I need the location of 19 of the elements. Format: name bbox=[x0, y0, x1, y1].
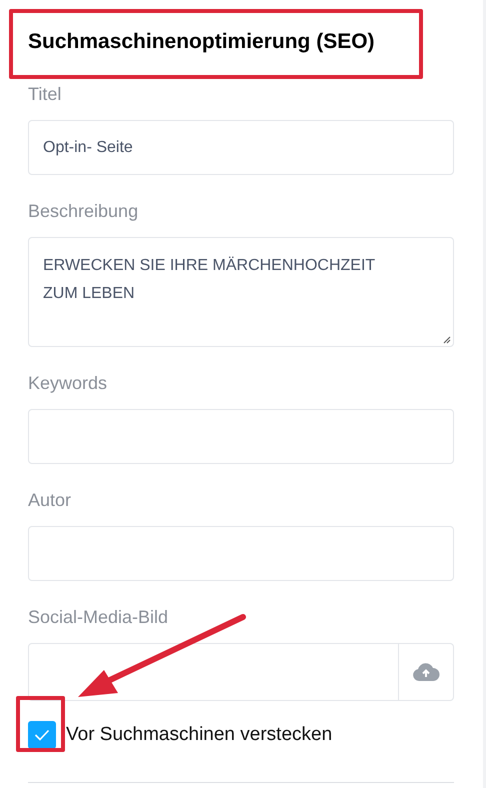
field-label: Keywords bbox=[28, 372, 108, 395]
file-field[interactable] bbox=[28, 643, 399, 701]
upload-button[interactable] bbox=[399, 643, 454, 701]
field-label: Autor bbox=[28, 489, 72, 512]
resize-handle-icon[interactable] bbox=[443, 336, 451, 344]
text-field[interactable] bbox=[28, 409, 454, 464]
checkbox[interactable] bbox=[28, 721, 56, 750]
check-icon bbox=[34, 729, 50, 742]
field-label: Titel bbox=[28, 83, 62, 106]
field-label: Social-Media-Bild bbox=[28, 606, 168, 629]
cloud-upload-icon bbox=[412, 662, 440, 682]
field-label: Beschreibung bbox=[28, 200, 138, 223]
highlight-frame bbox=[16, 696, 65, 752]
text-field[interactable] bbox=[28, 526, 454, 581]
section-title: Suchmaschinenoptimierung (SEO) bbox=[28, 29, 376, 55]
text-field[interactable]: Opt-in- Seite bbox=[28, 120, 454, 175]
textarea-field[interactable]: ERWECKEN SIE IHRE MÄRCHENHOCHZEIT ZUM LEBEN bbox=[28, 237, 454, 347]
checkbox-label: Vor Suchmaschinen verstecken bbox=[66, 723, 332, 747]
textarea-value: ERWECKEN SIE IHRE MÄRCHENHOCHZEIT ZUM LEBEN bbox=[43, 257, 375, 302]
